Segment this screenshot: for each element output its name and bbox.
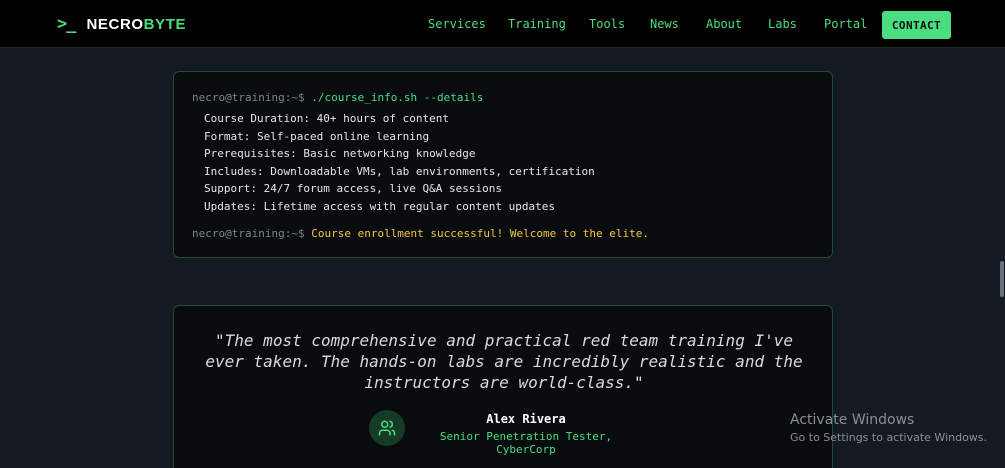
- author-role: Senior Penetration Tester, CyberCorp: [439, 430, 613, 456]
- detail-duration: Course Duration: 40+ hours of content: [204, 112, 450, 125]
- author-name: Alex Rivera: [486, 412, 566, 426]
- testimonial-quote: "The most comprehensive and practical re…: [205, 331, 803, 392]
- brand-logo[interactable]: >_ NECROBYTE: [57, 14, 186, 34]
- detail-support: Support: 24/7 forum access, live Q&A ses…: [204, 182, 503, 195]
- page-scrollbar-thumb[interactable]: [1000, 261, 1004, 297]
- nav-link-services[interactable]: Services: [428, 17, 486, 31]
- nav-link-training[interactable]: Training: [508, 17, 566, 31]
- contact-button[interactable]: CONTACT: [882, 11, 951, 39]
- nav-link-portal[interactable]: Portal: [824, 17, 867, 31]
- terminal-command: ./course_info.sh --details: [311, 91, 484, 104]
- brand-name-primary: NECRO: [86, 15, 144, 33]
- detail-includes: Includes: Downloadable VMs, lab environm…: [204, 165, 595, 178]
- brand-name: NECROBYTE: [86, 16, 186, 33]
- brand-name-accent: BYTE: [143, 15, 187, 33]
- terminal-command-line: necro@training:~$ ./course_info.sh --det…: [192, 91, 483, 104]
- nav-link-news[interactable]: News: [650, 17, 679, 31]
- testimonial-card: "The most comprehensive and practical re…: [173, 305, 833, 468]
- nav-link-labs[interactable]: Labs: [768, 17, 797, 31]
- terminal-success-line: necro@training:~$ Course enrollment succ…: [192, 227, 649, 240]
- activate-windows-title: Activate Windows: [790, 412, 915, 428]
- terminal-prompt-icon: >_: [57, 14, 77, 34]
- nav-link-tools[interactable]: Tools: [589, 17, 625, 31]
- detail-prerequisites: Prerequisites: Basic networking knowledg…: [204, 147, 476, 160]
- terminal-prompt: necro@training:~$: [192, 227, 305, 240]
- enrollment-success-message: Course enrollment successful! Welcome to…: [311, 227, 649, 240]
- course-info-terminal: necro@training:~$ ./course_info.sh --det…: [173, 71, 833, 258]
- detail-updates: Updates: Lifetime access with regular co…: [204, 200, 555, 213]
- detail-format: Format: Self-paced online learning: [204, 130, 430, 143]
- activate-windows-subtitle: Go to Settings to activate Windows.: [790, 431, 988, 444]
- author-avatar: [369, 410, 405, 446]
- nav-link-about[interactable]: About: [706, 17, 742, 31]
- navbar: >_ NECROBYTE Services Training Tools New…: [0, 0, 1005, 48]
- terminal-prompt: necro@training:~$: [192, 91, 305, 104]
- users-icon: [378, 420, 396, 436]
